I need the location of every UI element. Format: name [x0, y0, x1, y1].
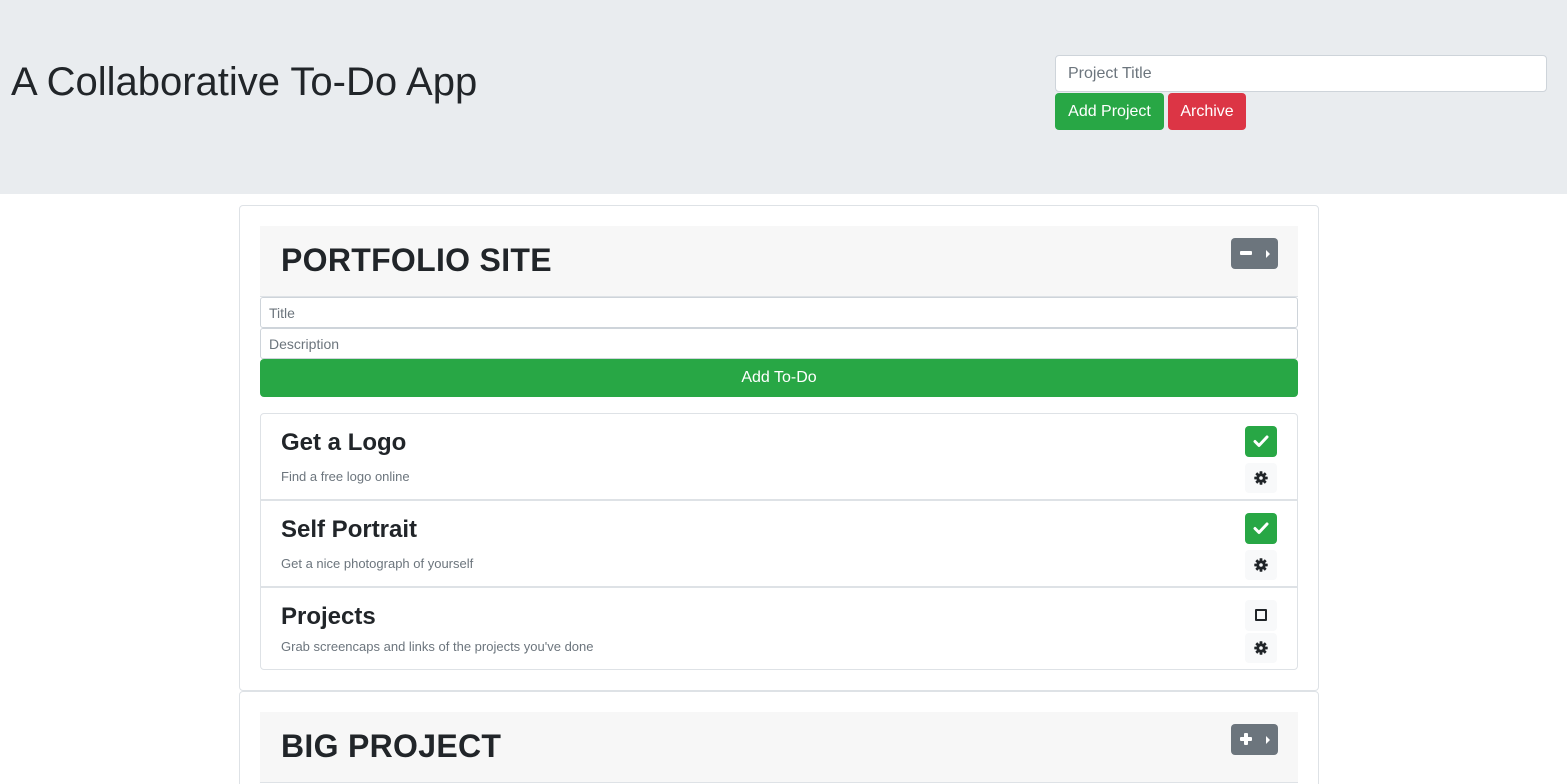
todo-description: Get a nice photograph of yourself — [281, 556, 474, 571]
expand-project-button[interactable] — [1231, 724, 1278, 755]
project-name: BIG PROJECT — [281, 728, 502, 764]
archive-button[interactable]: Archive — [1168, 93, 1246, 130]
incomplete-todo-button[interactable] — [1245, 600, 1277, 631]
header-jumbotron: A Collaborative To-Do App Add Project Ar… — [0, 0, 1567, 194]
gear-icon — [1254, 641, 1268, 655]
caret-right-icon — [1266, 250, 1270, 258]
todo-description-input[interactable] — [260, 328, 1298, 359]
check-icon — [1253, 435, 1269, 447]
collapse-project-button[interactable] — [1231, 238, 1278, 269]
complete-todo-button[interactable] — [1245, 513, 1277, 544]
complete-todo-button[interactable] — [1245, 426, 1277, 457]
gear-icon — [1254, 471, 1268, 485]
project-card: PORTFOLIO SITE Add To-Do Get a Logo Find… — [239, 205, 1319, 691]
add-project-button[interactable]: Add Project — [1055, 93, 1164, 130]
minus-icon — [1240, 251, 1252, 255]
project-card-header: PORTFOLIO SITE — [260, 226, 1298, 297]
app-title: A Collaborative To-Do App — [11, 60, 478, 104]
todo-title: Self Portrait — [281, 516, 418, 543]
todo-settings-button[interactable] — [1245, 463, 1277, 493]
todo-item: Projects Grab screencaps and links of th… — [260, 587, 1298, 670]
todo-item: Get a Logo Find a free logo online — [260, 413, 1298, 500]
todo-title: Get a Logo — [281, 429, 407, 456]
todo-description: Find a free logo online — [281, 469, 410, 484]
todo-title: Projects — [281, 603, 376, 630]
todo-title-input[interactable] — [260, 297, 1298, 328]
todo-settings-button[interactable] — [1245, 633, 1277, 663]
caret-right-icon — [1266, 736, 1270, 744]
todo-settings-button[interactable] — [1245, 550, 1277, 580]
project-card-header: BIG PROJECT — [260, 712, 1298, 783]
add-todo-button[interactable]: Add To-Do — [260, 359, 1298, 397]
gear-icon — [1254, 558, 1268, 572]
todo-description: Grab screencaps and links of the project… — [281, 639, 594, 654]
project-title-input[interactable] — [1055, 55, 1547, 92]
checkbox-empty-icon — [1255, 609, 1267, 621]
plus-icon — [1240, 733, 1252, 745]
todo-item: Self Portrait Get a nice photograph of y… — [260, 500, 1298, 587]
project-name: PORTFOLIO SITE — [281, 242, 552, 278]
project-card: BIG PROJECT — [239, 691, 1319, 784]
check-icon — [1253, 522, 1269, 534]
